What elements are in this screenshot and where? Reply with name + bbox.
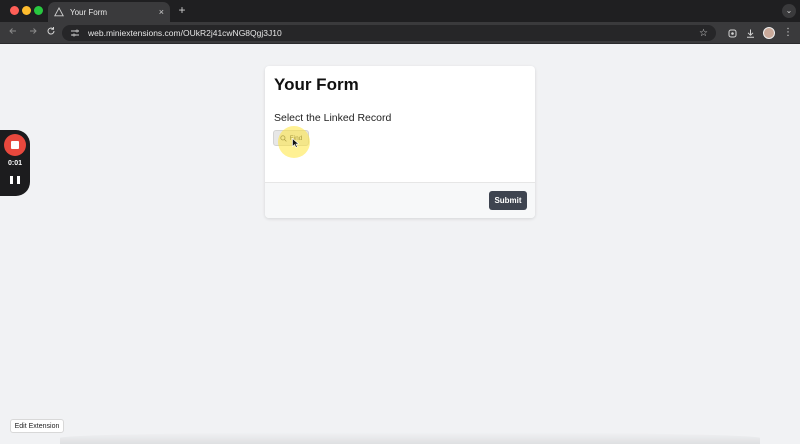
search-icon [280,134,287,142]
browser-toolbar: web.miniextensions.com/OUkR2j41cwNG8Qgj3… [0,22,800,44]
submit-button[interactable]: Submit [489,191,527,210]
form-footer: Submit [265,182,535,218]
recording-timer: 0:01 [7,160,22,167]
stop-icon [11,141,19,149]
url-text[interactable]: web.miniextensions.com/OUkR2j41cwNG8Qgj3… [88,28,691,38]
tab-close-icon[interactable]: × [159,7,164,17]
browser-tab-bar: Your Form × + ⌄ [0,0,800,22]
reload-icon[interactable] [44,26,58,40]
back-icon[interactable] [6,26,20,40]
download-icon[interactable] [744,27,756,39]
stop-recording-button[interactable] [4,134,26,156]
star-icon[interactable]: ☆ [699,28,708,39]
address-bar[interactable]: web.miniextensions.com/OUkR2j41cwNG8Qgj3… [62,25,716,41]
warning-icon [54,7,64,17]
bottom-shadow [60,432,760,444]
linked-record-label: Select the Linked Record [274,112,392,124]
window-close-button[interactable] [10,6,19,15]
window-zoom-button[interactable] [34,6,43,15]
recording-widget: 0:01 [0,130,30,196]
tab-title: Your Form [70,7,108,17]
find-record-button[interactable]: Find [273,130,309,146]
browser-tab[interactable]: Your Form × [48,2,170,22]
avatar[interactable] [763,27,775,39]
kebab-menu-icon[interactable]: ⋮ [782,27,794,39]
site-info-icon[interactable] [70,28,80,38]
forward-icon[interactable] [26,26,40,40]
form-title: Your Form [274,75,359,94]
pause-icon[interactable] [10,176,20,186]
window-minimize-button[interactable] [22,6,31,15]
new-tab-button[interactable]: + [176,4,188,16]
extensions-icon[interactable] [726,27,738,39]
tab-search-button[interactable]: ⌄ [782,4,796,18]
mouse-cursor-icon [292,138,300,148]
form-card: Your Form Select the Linked Record Find … [265,66,535,218]
edit-extension-button[interactable]: Edit Extension [10,419,64,433]
